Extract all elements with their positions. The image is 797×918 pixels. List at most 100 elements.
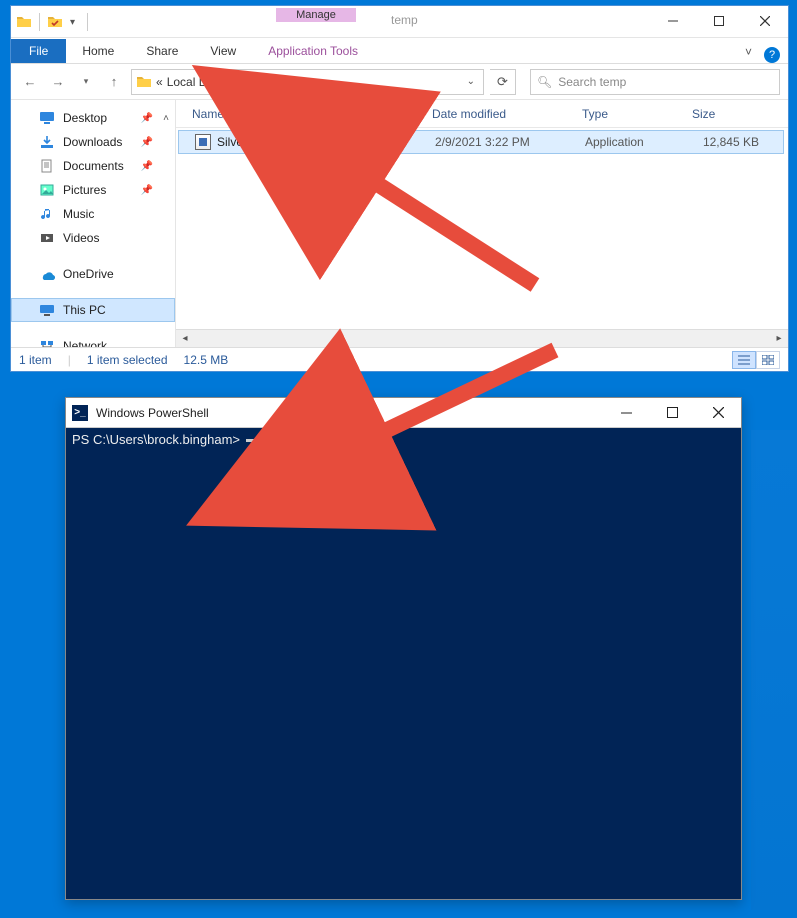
file-type-cell: Application — [577, 135, 687, 149]
forward-button[interactable]: → — [47, 71, 69, 93]
breadcrumb-drive[interactable]: Local Disk (C:) — [167, 75, 246, 89]
maximize-button[interactable] — [696, 6, 742, 36]
status-selected: 1 item selected — [87, 353, 168, 367]
column-headers: Name ˄ Date modified Type Size — [176, 100, 788, 128]
close-button[interactable] — [742, 6, 788, 36]
column-name[interactable]: Name ˄ — [184, 107, 424, 121]
address-bar[interactable]: « Local Disk (C:) › temp ⌄ — [131, 69, 484, 95]
taskbar-edge — [751, 430, 797, 910]
sidebar-item-label: OneDrive — [63, 267, 114, 281]
minimize-button[interactable] — [603, 399, 649, 427]
documents-icon — [39, 158, 55, 174]
folder-icon — [136, 74, 152, 90]
navigation-pane: Desktop 📌 ˄ Downloads 📌 Documents 📌 Pict… — [11, 100, 176, 347]
window-title: temp — [391, 13, 418, 27]
breadcrumb-folder[interactable]: temp — [257, 75, 284, 89]
sidebar-item-videos[interactable]: Videos — [11, 226, 175, 250]
file-list-pane: Name ˄ Date modified Type Size Silverlig… — [176, 100, 788, 347]
scroll-track[interactable] — [194, 331, 770, 347]
status-bar: 1 item | 1 item selected 12.5 MB — [11, 347, 788, 371]
sidebar-item-desktop[interactable]: Desktop 📌 ˄ — [11, 106, 175, 130]
file-size-cell: 12,845 KB — [687, 135, 767, 149]
tab-view[interactable]: View — [194, 39, 252, 63]
tab-application-tools[interactable]: Application Tools — [252, 39, 374, 63]
music-icon — [39, 206, 55, 222]
view-thumbnails-button[interactable] — [756, 351, 780, 369]
file-list-empty-area[interactable] — [176, 154, 788, 329]
scroll-right-icon[interactable]: ▸ — [770, 331, 788, 347]
navigation-bar: ← → ▾ ↑ « Local Disk (C:) › temp ⌄ ⟳ 🔍︎ … — [11, 64, 788, 100]
file-menu-button[interactable]: File — [11, 39, 66, 63]
maximize-button[interactable] — [649, 399, 695, 427]
sidebar-item-label: Videos — [63, 231, 99, 245]
chevron-up-icon[interactable]: ˄ — [163, 113, 169, 124]
videos-icon — [39, 230, 55, 246]
pin-icon: 📌 — [141, 137, 153, 148]
file-date-cell: 2/9/2021 3:22 PM — [427, 135, 577, 149]
quick-access-toolbar: ▾ — [11, 6, 94, 38]
address-dropdown-icon[interactable]: ⌄ — [463, 76, 479, 87]
drag-copy-cursor-icon — [306, 444, 330, 475]
sidebar-item-label: Desktop — [63, 111, 107, 125]
sidebar-item-network[interactable]: Network — [11, 334, 175, 347]
sidebar-item-onedrive[interactable]: OneDrive — [11, 262, 175, 286]
network-icon — [39, 338, 55, 347]
status-size: 12.5 MB — [184, 353, 229, 367]
sidebar-item-documents[interactable]: Documents 📌 — [11, 154, 175, 178]
pin-icon: 📌 — [141, 113, 153, 124]
search-icon: 🔍︎ — [537, 75, 552, 89]
thispc-icon — [39, 302, 55, 318]
scroll-left-icon[interactable]: ◂ — [176, 331, 194, 347]
chevron-right-icon: › — [249, 76, 252, 87]
folder-icon — [15, 13, 33, 31]
close-button[interactable] — [695, 399, 741, 427]
folder-check-icon[interactable] — [46, 13, 64, 31]
help-icon[interactable]: ? — [764, 47, 780, 63]
ribbon-expand-icon[interactable]: ˅ — [739, 41, 758, 63]
powershell-window: >_ Windows PowerShell PS C:\Users\brock.… — [65, 397, 742, 900]
sidebar-item-label: Pictures — [63, 183, 106, 197]
qat-dropdown-icon[interactable]: ▾ — [64, 17, 81, 28]
tab-share[interactable]: Share — [130, 39, 194, 63]
manage-contextual-tab[interactable]: Manage — [261, 6, 371, 36]
file-explorer-window: ▾ Manage temp File Home Share View Appli… — [10, 5, 789, 372]
onedrive-icon — [39, 266, 55, 282]
status-item-count: 1 item — [19, 353, 52, 367]
column-date[interactable]: Date modified — [424, 107, 574, 121]
pin-icon: 📌 — [141, 161, 153, 172]
window-controls — [650, 6, 788, 37]
file-name: Silverlight_x64.exe — [217, 135, 318, 149]
tab-home[interactable]: Home — [66, 39, 130, 63]
window-controls — [603, 399, 741, 427]
sidebar-item-label: This PC — [63, 303, 106, 317]
search-box[interactable]: 🔍︎ Search temp — [530, 69, 780, 95]
horizontal-scrollbar[interactable]: ◂ ▸ — [176, 329, 788, 347]
column-size[interactable]: Size — [684, 107, 764, 121]
explorer-titlebar: ▾ Manage temp — [11, 6, 788, 38]
view-details-button[interactable] — [732, 351, 756, 369]
exe-icon — [195, 134, 211, 150]
back-button[interactable]: ← — [19, 71, 41, 93]
terminal-cursor — [246, 439, 254, 442]
explorer-content: Desktop 📌 ˄ Downloads 📌 Documents 📌 Pict… — [11, 100, 788, 347]
refresh-button[interactable]: ⟳ — [490, 69, 516, 95]
sidebar-item-downloads[interactable]: Downloads 📌 — [11, 130, 175, 154]
sidebar-item-music[interactable]: Music — [11, 202, 175, 226]
sidebar-item-pictures[interactable]: Pictures 📌 — [11, 178, 175, 202]
minimize-button[interactable] — [650, 6, 696, 36]
powershell-icon: >_ — [72, 405, 88, 421]
file-row[interactable]: Silverlight_x64.exe 2/9/2021 3:22 PM App… — [178, 130, 784, 154]
powershell-terminal[interactable]: PS C:\Users\brock.bingham> — [66, 428, 741, 899]
powershell-prompt: PS C:\Users\brock.bingham> — [72, 432, 244, 447]
column-type[interactable]: Type — [574, 107, 684, 121]
search-placeholder: Search temp — [558, 75, 626, 89]
powershell-titlebar[interactable]: >_ Windows PowerShell — [66, 398, 741, 428]
sort-indicator-icon: ˄ — [390, 109, 415, 118]
up-button[interactable]: ↑ — [103, 71, 125, 93]
breadcrumb[interactable]: « Local Disk (C:) › temp — [156, 75, 283, 89]
sidebar-item-thispc[interactable]: This PC — [11, 298, 175, 322]
file-name-cell: Silverlight_x64.exe — [187, 134, 427, 150]
desktop-icon — [39, 110, 55, 126]
downloads-icon — [39, 134, 55, 150]
recent-locations-icon[interactable]: ▾ — [75, 71, 97, 93]
